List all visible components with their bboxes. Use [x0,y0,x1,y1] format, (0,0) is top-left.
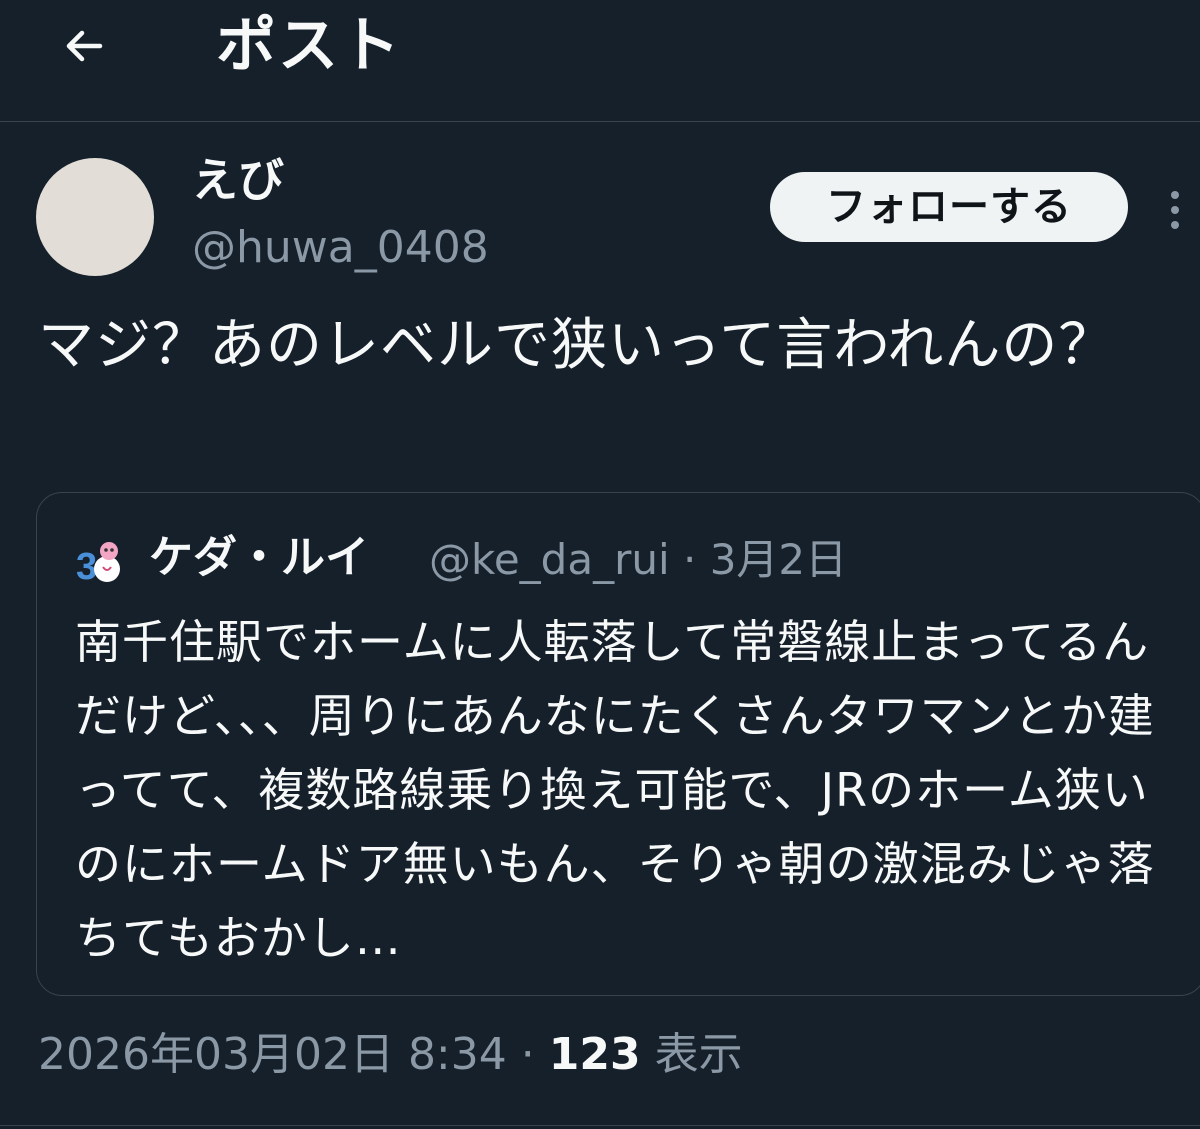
back-button[interactable] [52,14,116,78]
post-meta-line: 2026年03月02日 8:34 · 123 表示 [38,1022,743,1088]
author-handle[interactable]: @huwa_0408 [192,218,489,278]
follow-button[interactable]: フォローする [770,172,1128,242]
page-title: ポスト [216,11,402,81]
post-body-text: マジ？あのレベルで狭いって言われんの？ [38,313,1116,378]
quoted-author-meta: @ke_da_rui · 3月2日 [429,527,847,593]
quoted-post-card[interactable]: 3 ケダ・ルイ @ke_da_rui · 3月2日 南千住駅でホームに人転落して… [36,492,1200,996]
top-bar: ポスト [0,0,1200,122]
author-display-name[interactable]: えび [192,148,284,212]
arrow-left-icon [66,30,103,62]
views-label: 表示 [640,1029,743,1080]
meta-separator: · [669,535,710,584]
post-detail-page: ポスト えび @huwa_0408 フォローする マジ？あのレベルで狭いって言わ… [0,0,1200,1129]
quoted-author-display-name: ケダ・ルイ [149,532,369,583]
meta-separator: · [506,1029,549,1080]
anniversary-30-mascot-icon: 3 [73,533,131,591]
divider [0,1125,1200,1126]
post-timestamp[interactable]: 2026年03月02日 8:34 [38,1029,507,1080]
quoted-author-handle: @ke_da_rui [429,535,670,584]
quoted-post-text: 南千住駅でホームに人転落して常磐線止まってるんだけど、、、周りにあんなにたくさん… [75,615,1155,965]
quoted-post-date: 3月2日 [709,535,848,584]
vertical-ellipsis-icon [1171,191,1179,229]
svg-text:3: 3 [76,546,97,588]
views-count: 123 [548,1029,641,1080]
author-avatar[interactable] [36,158,154,276]
more-options-button[interactable] [1160,182,1190,238]
